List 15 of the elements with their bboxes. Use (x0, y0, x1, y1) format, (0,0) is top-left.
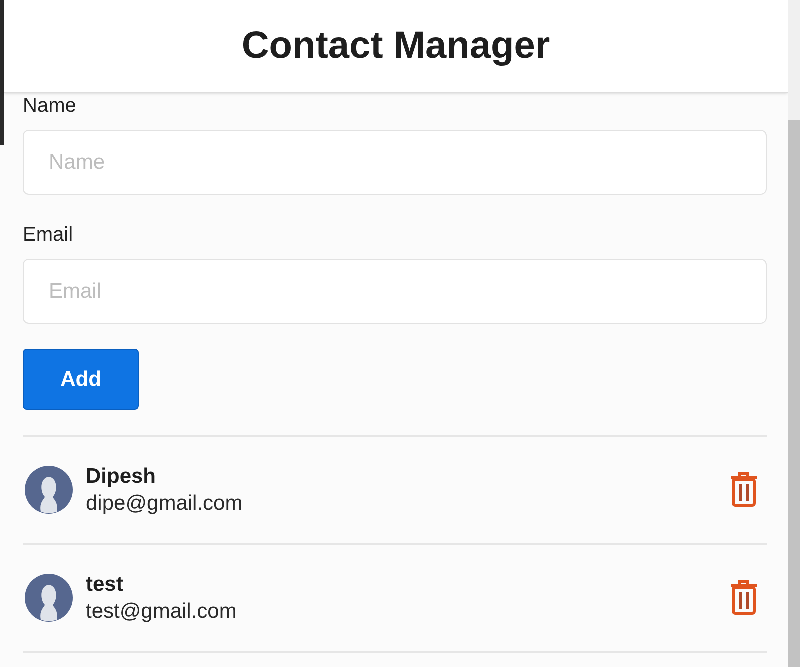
trash-icon[interactable] (729, 580, 759, 616)
page-title: Contact Manager (242, 24, 550, 68)
field-label: Email (23, 223, 74, 247)
text-input[interactable]: Email (23, 259, 767, 324)
add-button[interactable]: Add (23, 349, 139, 410)
contact-email: test@gmail.com (86, 599, 238, 625)
avatar-icon (25, 574, 73, 622)
avatar-icon (25, 466, 73, 514)
contact-name: test (86, 572, 124, 598)
contact-name: Dipesh (86, 464, 158, 490)
contact-email: dipe@gmail.com (86, 491, 244, 517)
text-input[interactable]: Name (23, 130, 767, 195)
scrollbar[interactable] (788, 0, 800, 667)
trash-icon[interactable] (729, 472, 759, 508)
field-label: Name (23, 94, 78, 118)
